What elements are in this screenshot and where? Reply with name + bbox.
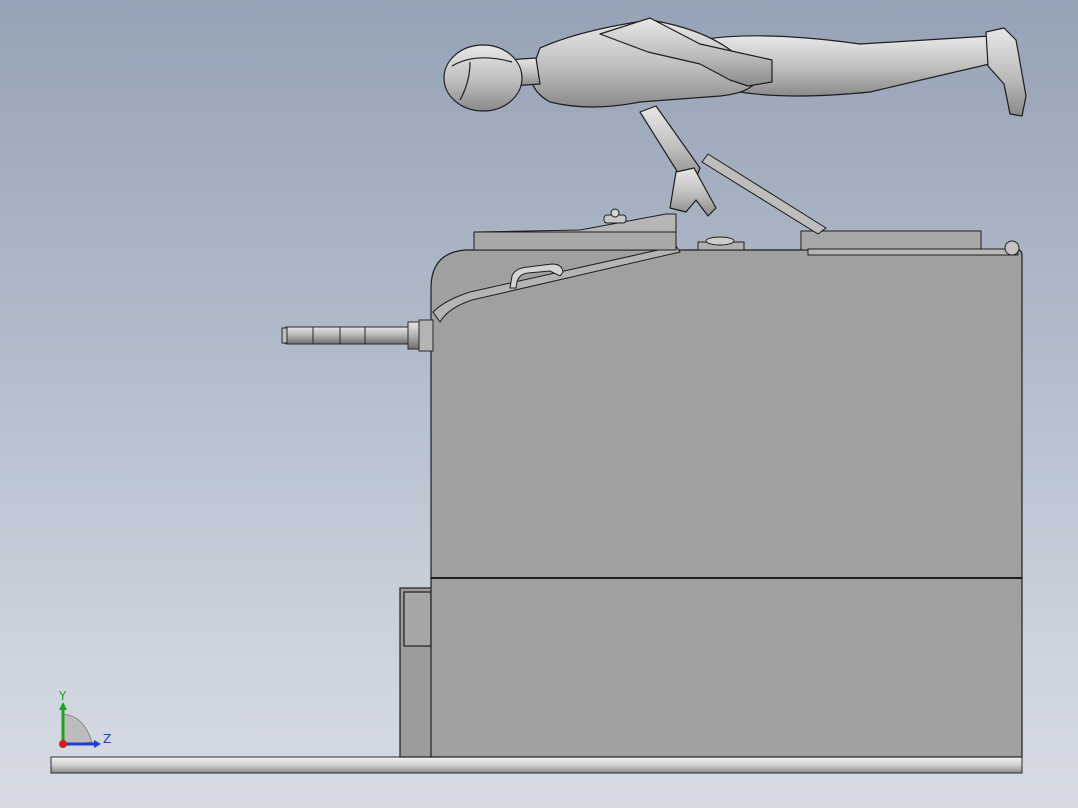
body-upper-section[interactable] (430, 249, 1023, 579)
human-figure[interactable] (443, 17, 1027, 217)
figure-foot (985, 27, 1027, 117)
triad-xy-plane (62, 713, 93, 747)
cad-graphics-viewport[interactable]: Y Z (0, 0, 1078, 808)
body-lower-section[interactable] (430, 577, 1023, 758)
triad-z-arrowhead (94, 740, 101, 748)
top-plate-bevel (473, 213, 677, 233)
triad-y-arrowhead (59, 702, 67, 710)
barrel-rod[interactable] (281, 319, 434, 352)
top-knob-cap[interactable] (610, 208, 620, 218)
figure-head (443, 44, 523, 112)
top-plate-right-lip (807, 248, 1019, 256)
top-plate-right[interactable] (800, 230, 982, 251)
coordinate-triad: Y Z (58, 689, 111, 748)
triad-z-label: Z (103, 732, 111, 746)
center-boss[interactable] (697, 236, 745, 251)
top-plate-left[interactable] (473, 231, 677, 251)
triad-x-axis-dot (59, 740, 67, 748)
rear-hinge-ring[interactable] (1004, 240, 1020, 256)
rear-block[interactable] (399, 587, 433, 758)
triad-y-label: Y (58, 689, 67, 703)
ground-rail[interactable] (50, 756, 1023, 774)
model-scene[interactable]: Y Z (0, 0, 1078, 808)
lever-arm[interactable] (701, 153, 827, 235)
figure-hand (669, 167, 717, 217)
